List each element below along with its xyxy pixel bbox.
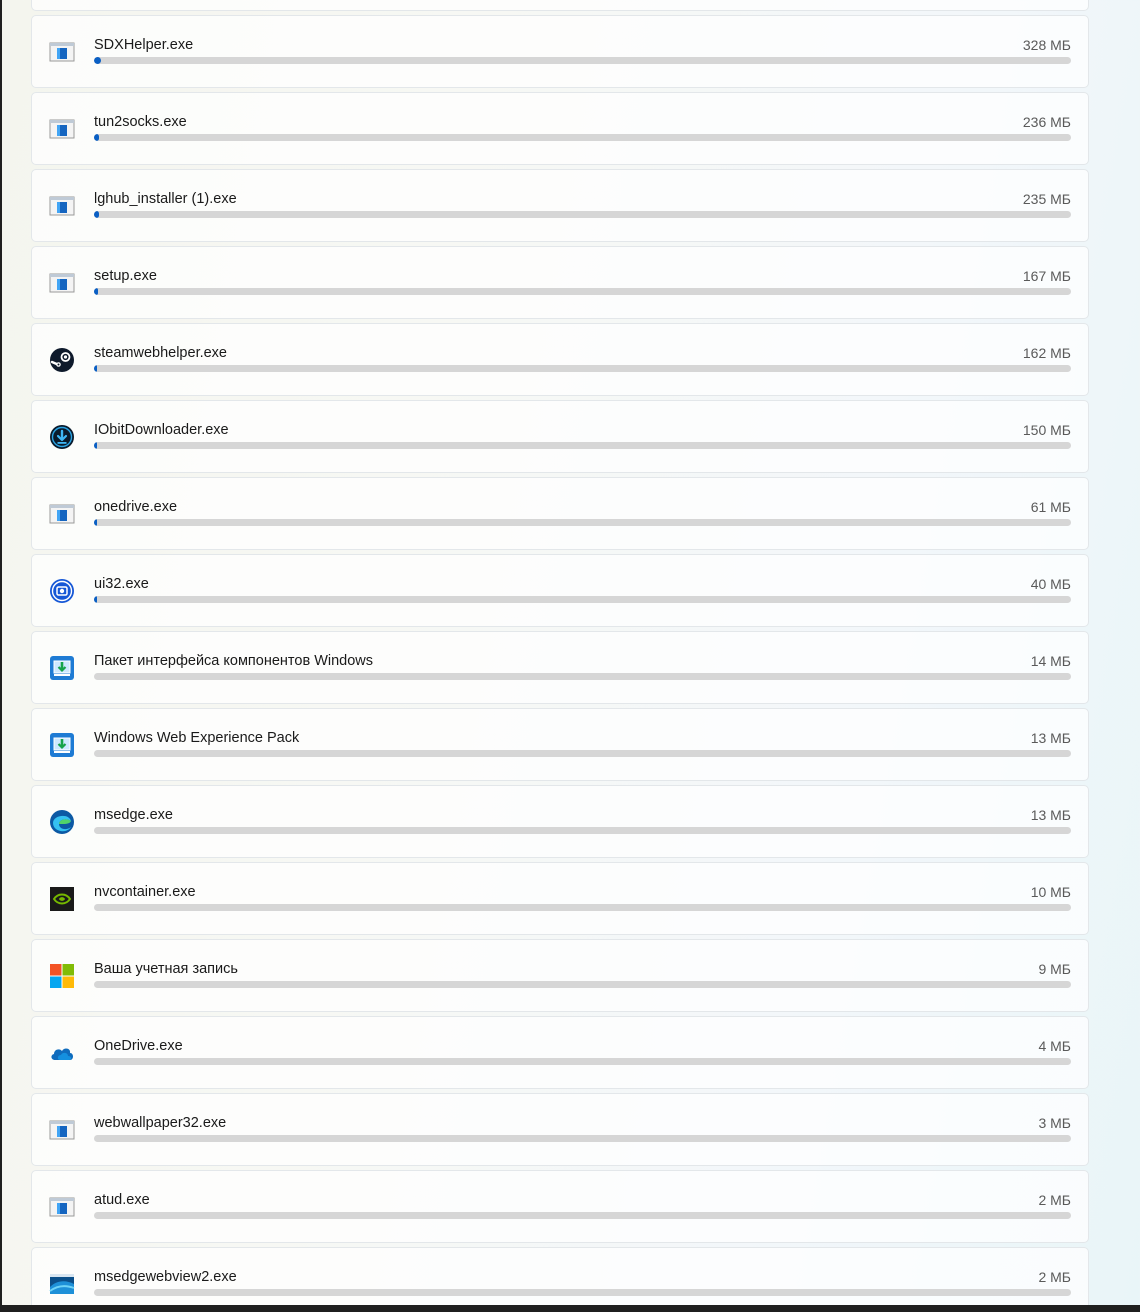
nvidia-icon: [49, 886, 75, 912]
app-window-icon: [49, 1194, 75, 1220]
usage-bar-fill: [94, 442, 97, 449]
app-name: ui32.exe: [94, 576, 149, 592]
app-name: webwallpaper32.exe: [94, 1115, 227, 1131]
app-window-icon: [49, 116, 75, 142]
app-usage-item[interactable]: [31, 0, 1089, 11]
app-usage-item[interactable]: webwallpaper32.exe 3 МБ: [31, 1093, 1089, 1166]
app-name: Пакет интерфейса компонентов Windows: [94, 653, 374, 669]
usage-bar-fill: [94, 519, 97, 526]
app-size: 14 МБ: [1030, 653, 1071, 669]
app-size: 40 МБ: [1030, 576, 1071, 592]
app-name: SDXHelper.exe: [94, 37, 194, 53]
app-window-icon: [49, 39, 75, 65]
app-name: OneDrive.exe: [94, 1038, 183, 1054]
app-usage-item[interactable]: Windows Web Experience Pack 13 МБ: [31, 708, 1089, 781]
app-usage-item[interactable]: nvcontainer.exe 10 МБ: [31, 862, 1089, 935]
app-size: 61 МБ: [1030, 499, 1071, 515]
usage-bar-fill: [94, 288, 98, 295]
usage-bar: [94, 1135, 1071, 1142]
app-usage-item[interactable]: onedrive.exe 61 МБ: [31, 477, 1089, 550]
capture-circle-icon: [49, 578, 75, 604]
app-size: 162 МБ: [1022, 345, 1071, 361]
app-usage-item[interactable]: atud.exe 2 МБ: [31, 1170, 1089, 1243]
usage-bar-fill: [94, 134, 99, 141]
usage-bar: [94, 134, 1071, 141]
usage-bar: [94, 1289, 1071, 1296]
app-size: 3 МБ: [1038, 1115, 1071, 1131]
usage-bar: [94, 288, 1071, 295]
app-name: atud.exe: [94, 1192, 150, 1208]
usage-bar: [94, 1058, 1071, 1065]
app-name: onedrive.exe: [94, 499, 178, 515]
app-usage-item[interactable]: IObitDownloader.exe 150 МБ: [31, 400, 1089, 473]
package-install-icon: [49, 655, 75, 681]
app-usage-item[interactable]: msedge.exe 13 МБ: [31, 785, 1089, 858]
package-install-icon: [49, 732, 75, 758]
usage-bar: [94, 827, 1071, 834]
webview-icon: [49, 1271, 75, 1297]
app-window-icon: [49, 501, 75, 527]
app-usage-item[interactable]: Ваша учетная запись 9 МБ: [31, 939, 1089, 1012]
usage-bar: [94, 365, 1071, 372]
app-usage-item[interactable]: Пакет интерфейса компонентов Windows 14 М…: [31, 631, 1089, 704]
app-usage-item[interactable]: ui32.exe 40 МБ: [31, 554, 1089, 627]
app-name: setup.exe: [94, 268, 157, 284]
usage-bar: [94, 904, 1071, 911]
usage-bar-fill: [94, 365, 97, 372]
usage-bar: [94, 673, 1071, 680]
usage-bar: [94, 981, 1071, 988]
usage-bar: [94, 596, 1071, 603]
app-size: 2 МБ: [1038, 1192, 1071, 1208]
app-size: 2 МБ: [1038, 1269, 1071, 1285]
usage-bar: [94, 442, 1071, 449]
app-size: 236 МБ: [1022, 114, 1071, 130]
app-usage-item[interactable]: setup.exe 167 МБ: [31, 246, 1089, 319]
app-size: 328 МБ: [1022, 37, 1071, 53]
app-usage-item[interactable]: OneDrive.exe 4 МБ: [31, 1016, 1089, 1089]
app-window-icon: [49, 270, 75, 296]
app-usage-item[interactable]: SDXHelper.exe 328 МБ: [31, 15, 1089, 88]
usage-bar: [94, 211, 1071, 218]
app-name: lghub_installer (1).exe: [94, 191, 237, 207]
app-size: 13 МБ: [1030, 807, 1071, 823]
app-size: 150 МБ: [1022, 422, 1071, 438]
app-size: 10 МБ: [1030, 884, 1071, 900]
microsoft-logo-icon: [49, 963, 75, 989]
app-size: 13 МБ: [1030, 730, 1071, 746]
app-name: Windows Web Experience Pack: [94, 730, 300, 746]
usage-bar-fill: [94, 596, 97, 603]
app-name: steamwebhelper.exe: [94, 345, 227, 361]
app-name: tun2socks.exe: [94, 114, 187, 130]
window-left-edge: [0, 0, 2, 1312]
usage-bar: [94, 519, 1071, 526]
app-usage-item[interactable]: msedgewebview2.exe 2 МБ: [31, 1247, 1089, 1312]
edge-icon: [49, 809, 75, 835]
usage-bar-fill: [94, 57, 101, 64]
app-window-icon: [49, 1117, 75, 1143]
app-size: 235 МБ: [1022, 191, 1071, 207]
app-size: 167 МБ: [1022, 268, 1071, 284]
cloud-icon: [49, 1040, 75, 1066]
app-name: IObitDownloader.exe: [94, 422, 229, 438]
app-usage-item[interactable]: lghub_installer (1).exe 235 МБ: [31, 169, 1089, 242]
app-name: Ваша учетная запись: [94, 961, 238, 977]
steam-icon: [49, 347, 75, 373]
app-window-icon: [49, 193, 75, 219]
download-circle-icon: [49, 424, 75, 450]
usage-bar: [94, 750, 1071, 757]
usage-bar-fill: [94, 211, 99, 218]
usage-bar: [94, 57, 1071, 64]
app-size: 9 МБ: [1038, 961, 1071, 977]
app-name: nvcontainer.exe: [94, 884, 196, 900]
window-bottom-edge: [0, 1305, 1140, 1312]
app-size: 4 МБ: [1038, 1038, 1071, 1054]
usage-bar: [94, 1212, 1071, 1219]
app-name: msedgewebview2.exe: [94, 1269, 237, 1285]
app-usage-list: SDXHelper.exe 328 МБ tun2socks.exe 236 МБ lg…: [31, 0, 1089, 1312]
app-name: msedge.exe: [94, 807, 173, 823]
app-usage-item[interactable]: tun2socks.exe 236 МБ: [31, 92, 1089, 165]
app-usage-item[interactable]: steamwebhelper.exe 162 МБ: [31, 323, 1089, 396]
